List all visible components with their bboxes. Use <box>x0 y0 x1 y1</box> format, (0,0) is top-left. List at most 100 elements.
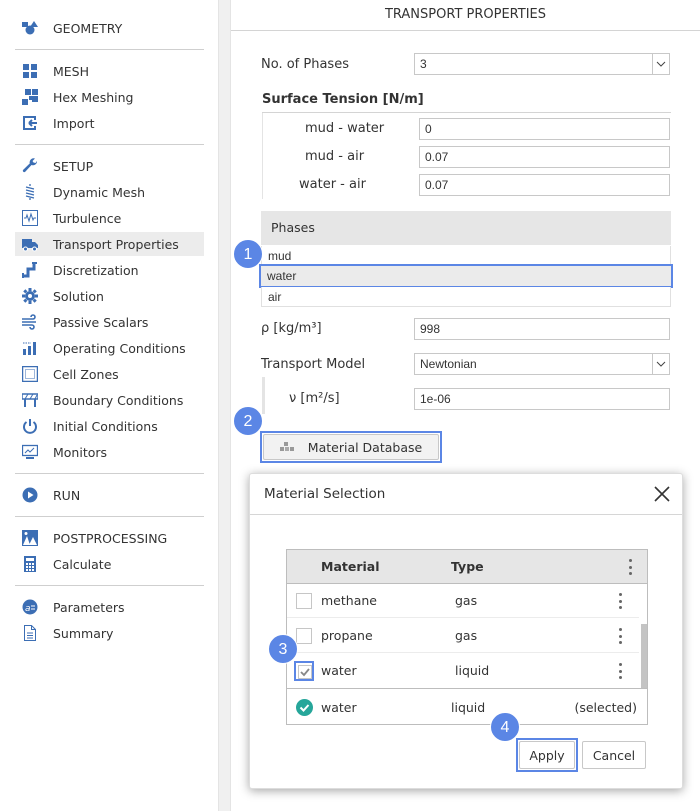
column-material[interactable]: Material <box>321 550 380 584</box>
hex-meshing-icon <box>22 89 38 105</box>
pipe-icon <box>22 262 38 278</box>
row-type: liquid <box>455 663 490 678</box>
spring-icon <box>22 184 38 200</box>
sidebar-item-transport-properties[interactable]: Transport Properties <box>15 232 204 256</box>
cancel-button[interactable]: Cancel <box>582 741 646 769</box>
material-grid: Material Type methane gas propane gas wa… <box>286 549 648 725</box>
transport-model-label: Transport Model <box>261 357 366 372</box>
document-icon <box>22 625 38 641</box>
chevron-down-icon[interactable] <box>652 354 669 374</box>
wrench-icon <box>22 158 38 174</box>
mesh-icon <box>22 63 38 79</box>
table-row[interactable]: water liquid <box>287 654 639 688</box>
row-type: gas <box>455 628 478 643</box>
sidebar-item-label: Summary <box>53 625 114 641</box>
sidebar-item-monitors[interactable]: Monitors <box>15 440 204 464</box>
row-menu-icon[interactable] <box>616 628 624 644</box>
step-badge-1: 1 <box>233 239 263 269</box>
divider <box>15 473 204 474</box>
viscosity-input[interactable]: 1e-06 <box>414 388 670 410</box>
selected-status: (selected) <box>574 700 637 715</box>
phase-item-water[interactable]: water <box>259 264 673 288</box>
sidebar-item-label: Initial Conditions <box>53 418 158 434</box>
sidebar-item-summary[interactable]: Summary <box>15 621 204 645</box>
sidebar-item-initial-conditions[interactable]: Initial Conditions <box>15 414 204 438</box>
mud-water-input[interactable]: 0 <box>419 118 670 140</box>
selected-material: water <box>321 700 357 715</box>
sidebar-item-discretization[interactable]: Discretization <box>15 258 204 282</box>
row-checkbox[interactable] <box>296 593 312 609</box>
selected-type: liquid <box>451 700 486 715</box>
material-stack-icon <box>279 442 296 452</box>
sidebar-item-passive-scalars[interactable]: Passive Scalars <box>15 310 204 334</box>
chevron-down-icon[interactable] <box>652 54 669 74</box>
step-badge-3: 3 <box>268 634 298 664</box>
sidebar-item-operating-conditions[interactable]: Operating Conditions <box>15 336 204 360</box>
sidebar-item-run[interactable]: RUN <box>15 483 204 507</box>
power-icon <box>22 418 38 434</box>
wind-icon <box>22 314 38 330</box>
material-database-button[interactable]: Material Database <box>263 434 439 460</box>
sidebar-item-label: POSTPROCESSING <box>53 530 168 546</box>
row-material: methane <box>321 593 377 608</box>
phase-item-air[interactable]: air <box>261 287 671 307</box>
sidebar-item-solution[interactable]: Solution <box>15 284 204 308</box>
row-checkbox-checked[interactable] <box>294 661 314 681</box>
sidebar-item-cell-zones[interactable]: Cell Zones <box>15 362 204 386</box>
sidebar-item-label: Calculate <box>53 556 112 572</box>
transport-model-select[interactable]: Newtonian <box>414 353 670 375</box>
apply-button[interactable]: Apply <box>519 741 575 769</box>
water-air-input[interactable]: 0.07 <box>419 174 670 196</box>
table-row[interactable]: methane gas <box>287 584 639 618</box>
row-material: propane <box>321 628 373 643</box>
mud-air-input[interactable]: 0.07 <box>419 146 670 168</box>
step-badge-2: 2 <box>233 406 263 436</box>
gear-icon <box>22 288 38 304</box>
sidebar-item-label: Monitors <box>53 444 108 460</box>
sidebar-item-setup[interactable]: SETUP <box>15 154 204 178</box>
sidebar-item-dynamic-mesh[interactable]: Dynamic Mesh <box>15 180 204 204</box>
sidebar-item-label: Import <box>53 115 95 131</box>
calculator-icon <box>22 556 38 572</box>
column-type[interactable]: Type <box>451 550 484 584</box>
sidebar-item-label: Parameters <box>53 599 125 615</box>
divider <box>15 585 204 586</box>
sidebar-item-hex-meshing[interactable]: Hex Meshing <box>15 85 204 109</box>
phases-count-select[interactable]: 3 <box>414 53 670 75</box>
grid-scrollbar[interactable] <box>641 624 647 688</box>
table-row[interactable]: propane gas <box>287 619 639 653</box>
sidebar-item-mesh[interactable]: MESH <box>15 59 204 83</box>
divider <box>15 144 204 145</box>
mud-water-label: mud - water <box>305 121 385 136</box>
bar-chart-icon <box>22 340 38 356</box>
row-menu-icon[interactable] <box>616 593 624 609</box>
truck-icon <box>22 236 38 252</box>
sidebar-item-boundary-conditions[interactable]: Boundary Conditions <box>15 388 204 412</box>
sidebar-item-calculate[interactable]: Calculate <box>15 552 204 576</box>
sidebar-item-postprocessing[interactable]: POSTPROCESSING <box>15 526 204 550</box>
sidebar-item-label: SETUP <box>53 158 94 174</box>
density-input[interactable]: 998 <box>414 318 670 340</box>
sidebar: GEOMETRY MESH Hex Meshing Import SETUP D… <box>0 0 218 811</box>
sidebar-item-parameters[interactable]: a Parameters <box>15 595 204 619</box>
panel-title: TRANSPORT PROPERTIES <box>231 0 700 31</box>
column-menu-icon[interactable] <box>626 559 634 575</box>
dialog-title: Material Selection <box>250 474 682 515</box>
sidebar-item-label: Boundary Conditions <box>53 392 184 408</box>
sidebar-splitter[interactable] <box>218 0 231 811</box>
sidebar-item-label: Hex Meshing <box>53 89 134 105</box>
image-icon <box>22 530 38 546</box>
sidebar-item-import[interactable]: Import <box>15 111 204 135</box>
sidebar-item-turbulence[interactable]: Turbulence <box>15 206 204 230</box>
sidebar-item-label: RUN <box>53 487 81 503</box>
divider <box>15 516 204 517</box>
close-icon[interactable] <box>652 484 672 504</box>
sidebar-item-label: Passive Scalars <box>53 314 149 330</box>
row-menu-icon[interactable] <box>616 663 624 679</box>
row-checkbox[interactable] <box>296 628 312 644</box>
phase-item-mud[interactable]: mud <box>261 246 671 266</box>
dialog-title-text: Material Selection <box>264 486 386 502</box>
sidebar-item-geometry[interactable]: GEOMETRY <box>15 16 204 40</box>
indent-line <box>262 113 263 199</box>
water-air-label: water - air <box>299 177 366 192</box>
